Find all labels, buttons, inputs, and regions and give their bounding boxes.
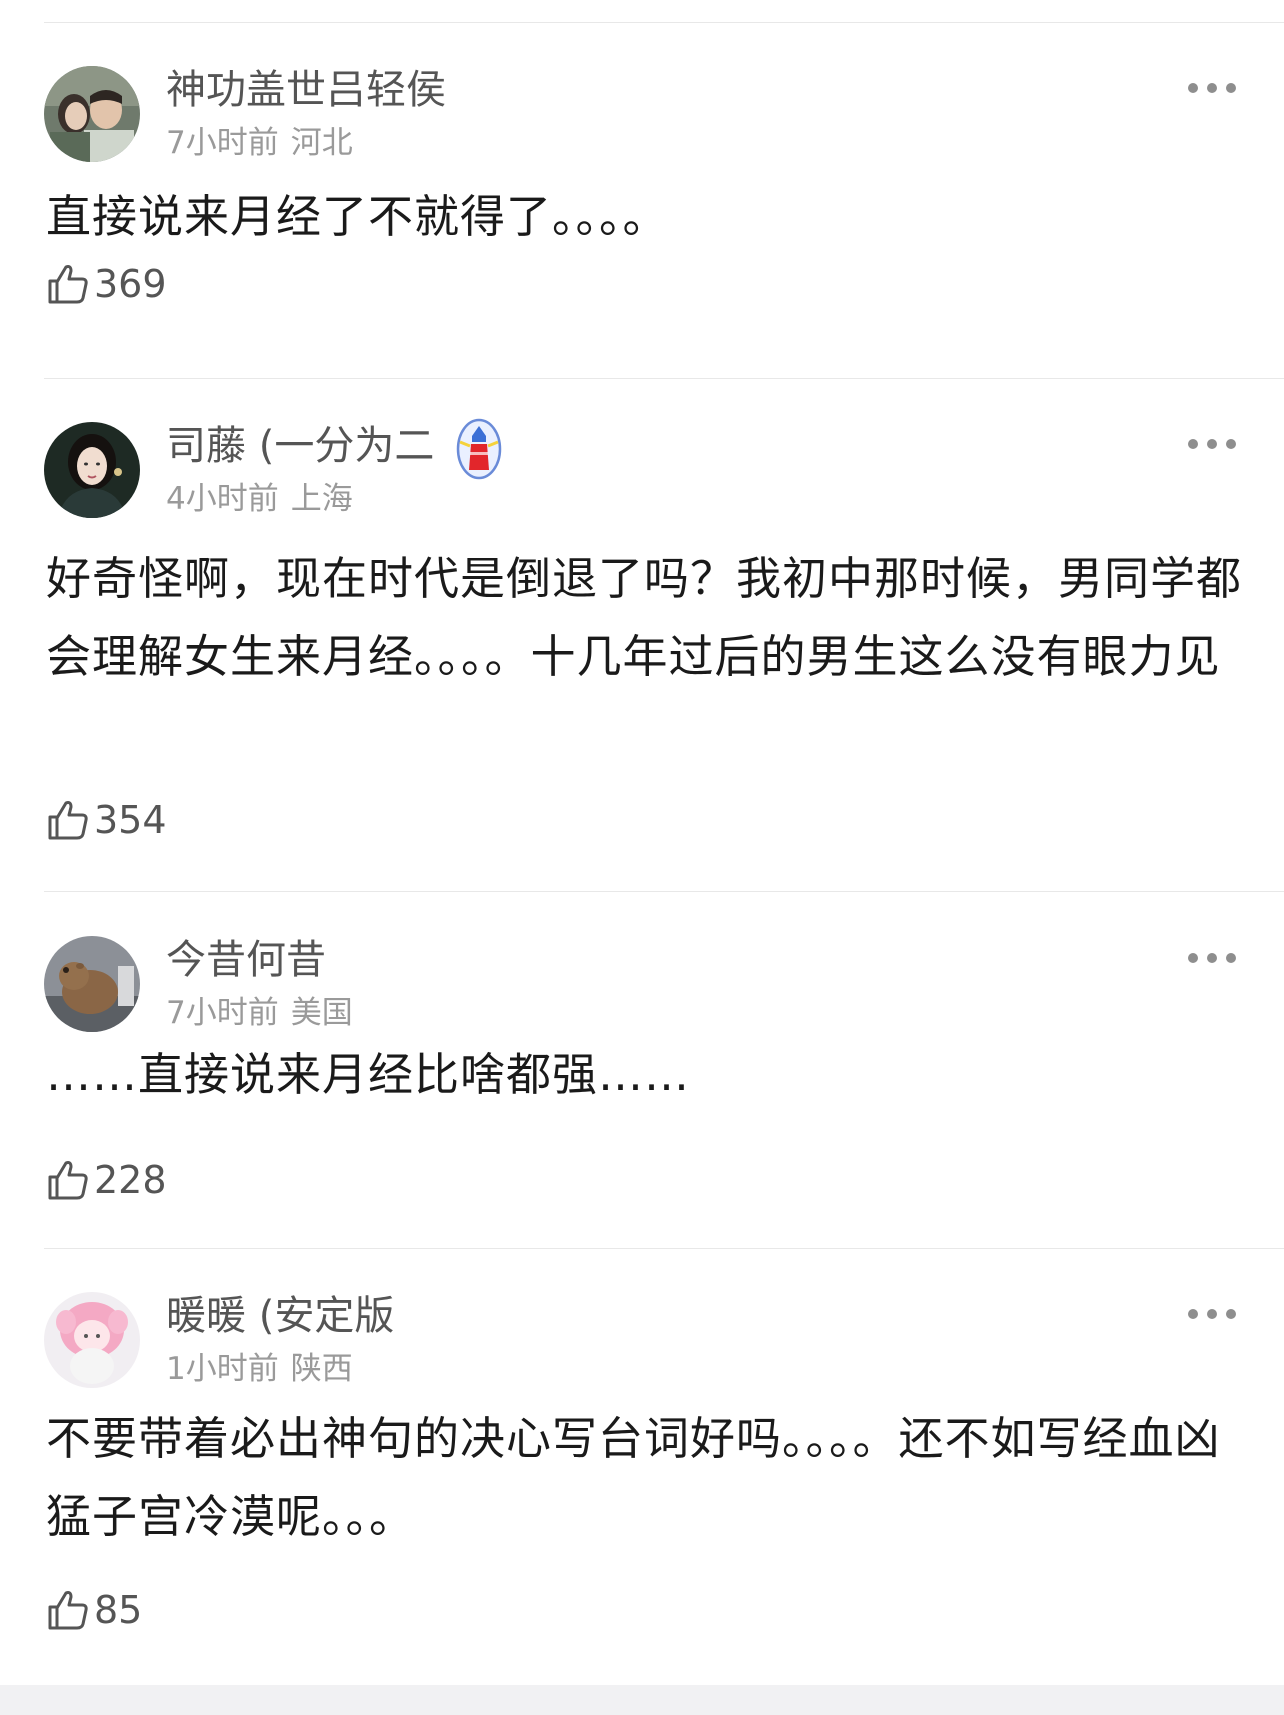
comment-content: 不要带着必出神句的决心写台词好吗。。。。还不如写经血凶猛子宫冷漠呢。。。 xyxy=(46,1412,1221,1543)
username[interactable]: 今昔何昔 xyxy=(166,936,326,984)
divider xyxy=(44,22,1284,23)
like-count: 369 xyxy=(94,262,167,306)
avatar[interactable] xyxy=(44,1292,140,1388)
like-count: 228 xyxy=(94,1158,167,1202)
username[interactable]: 暖暖 (安定版 xyxy=(166,1292,394,1340)
comment-time: 1小时前 xyxy=(166,1351,279,1387)
divider xyxy=(44,891,1284,892)
comment-location: 美国 xyxy=(290,995,353,1031)
thumbs-up-icon xyxy=(48,801,88,840)
like-button[interactable]: 369 xyxy=(46,262,167,306)
avatar[interactable] xyxy=(44,936,140,1032)
like-button[interactable]: 228 xyxy=(46,1158,167,1202)
comment-meta: 7小时前 美国 xyxy=(166,994,353,1032)
lighthouse-badge-icon xyxy=(456,418,502,480)
avatar[interactable] xyxy=(44,422,140,518)
more-options-icon[interactable] xyxy=(1188,1302,1236,1326)
like-count: 85 xyxy=(94,1588,143,1632)
like-count: 354 xyxy=(94,798,167,842)
avatar-photo-capybara-icon xyxy=(44,936,140,1032)
divider xyxy=(44,1248,1284,1249)
comment-location: 河北 xyxy=(290,125,353,161)
bottom-band xyxy=(0,1685,1284,1715)
username[interactable]: 神功盖世吕轻侯 xyxy=(166,66,446,114)
like-button[interactable]: 354 xyxy=(46,798,167,842)
avatar-photo-pink-doll-icon xyxy=(44,1292,140,1388)
comment-content: 直接说来月经了不就得了。。。。 xyxy=(46,190,669,243)
more-options-icon[interactable] xyxy=(1188,76,1236,100)
comment-time: 4小时前 xyxy=(166,481,279,517)
comment-meta: 1小时前 陕西 xyxy=(166,1350,353,1388)
thumbs-up-icon xyxy=(48,1161,88,1200)
avatar-photo-couple-icon xyxy=(44,66,140,162)
thumbs-up-icon xyxy=(48,265,88,304)
comment-location: 陕西 xyxy=(290,1351,353,1387)
comment-content: 好奇怪啊，现在时代是倒退了吗？我初中那时候，男同学都会理解女生来月经。。。。十几… xyxy=(46,552,1243,683)
avatar-photo-woman-icon xyxy=(44,422,140,518)
username[interactable]: 司藤 (一分为二 xyxy=(166,422,434,470)
comment-location: 上海 xyxy=(290,481,353,517)
like-button[interactable]: 85 xyxy=(46,1588,142,1632)
comment-list-page: 神功盖世吕轻侯 7小时前 河北 直接说来月经了不就得了。。。。 369 司藤 (… xyxy=(0,0,1284,1715)
comment-meta: 7小时前 河北 xyxy=(166,124,353,162)
comment-content: ……直接说来月经比啥都强…… xyxy=(46,1048,691,1101)
comment-meta: 4小时前 上海 xyxy=(166,480,353,518)
thumbs-up-icon xyxy=(48,1591,88,1630)
more-options-icon[interactable] xyxy=(1188,432,1236,456)
avatar[interactable] xyxy=(44,66,140,162)
comment-time: 7小时前 xyxy=(166,995,279,1031)
comment-time: 7小时前 xyxy=(166,125,279,161)
divider xyxy=(44,378,1284,379)
more-options-icon[interactable] xyxy=(1188,946,1236,970)
